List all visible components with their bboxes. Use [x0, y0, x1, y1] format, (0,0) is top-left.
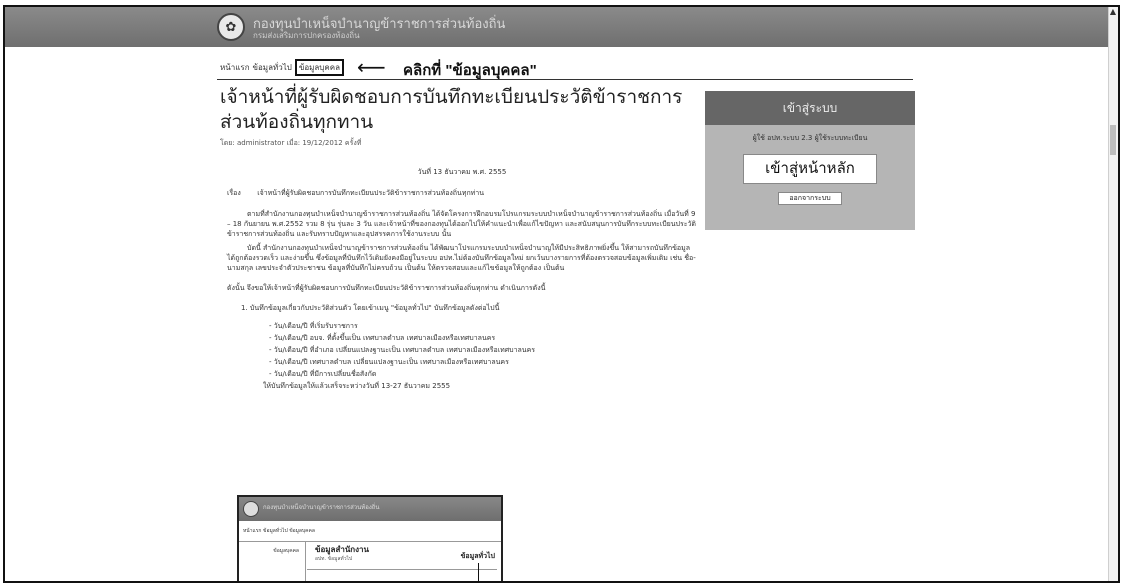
emblem-logo-icon[interactable]: ✿	[217, 13, 245, 41]
breadcrumb-personal-info[interactable]: ข้อมูลบุคคล	[294, 59, 344, 76]
site-header: ✿ กองทุนบำเหน็จบำนาญข้าราชการส่วนท้องถิ่…	[5, 7, 1118, 47]
mini-subheading: อปท. ข้อมูลทั่วไป	[315, 556, 353, 562]
breadcrumb-general-info[interactable]: ข้อมูลทั่วไป	[253, 61, 292, 74]
list-item: - วัน/เดือน/ปี อบจ. ที่ตั้งขึ้นเป็น เทศบ…	[269, 334, 496, 342]
deadline-note: ให้บันทึกข้อมูลให้แล้วเสร็จระหว่างวันที่…	[263, 382, 451, 390]
page-title: เจ้าหน้าที่ผู้รับผิดชอบการบันทึกทะเบียนป…	[220, 87, 683, 133]
mini-divider	[307, 569, 497, 570]
mini-site-title: กองทุนบำเหน็จบำนาญข้าราชการส่วนท้องถิ่น	[263, 504, 380, 511]
go-to-main-button[interactable]: เข้าสู่หน้าหลัก	[743, 154, 877, 184]
login-panel: เข้าสู่ระบบ ผู้ใช้ อปท.ระบบ 2.3 ผู้ใช้ระ…	[705, 91, 915, 230]
subject-label: เรื่อง	[227, 189, 241, 197]
login-heading: เข้าสู่ระบบ	[705, 91, 915, 125]
notice-text: ดังนั้น จึงขอให้เจ้าหน้าที่ผู้รับผิดชอบก…	[227, 284, 546, 292]
announcement-body: วันที่ 13 ธันวาคม พ.ศ. 2555 เรื่อง เจ้าห…	[227, 167, 697, 391]
list-item: - วัน/เดือน/ปี ที่เริ่มรับราชการ	[269, 322, 358, 330]
embedded-screenshot: กองทุนบำเหน็จบำนาญข้าราชการส่วนท้องถิ่น …	[237, 495, 503, 581]
logout-button[interactable]: ออกจากระบบ	[778, 192, 842, 205]
mini-action-label: ข้อมูลทั่วไป	[460, 552, 495, 560]
step-1-bullets: - วัน/เดือน/ปี ที่เริ่มรับราชการ - วัน/เ…	[269, 321, 697, 379]
mini-pointer-line	[478, 563, 479, 581]
step-1: 1. บันทึกข้อมูลเกี่ยวกับประวัติส่วนตัว โ…	[241, 304, 500, 312]
vertical-scrollbar[interactable]: ▲	[1108, 7, 1118, 581]
left-arrow-icon: ⟵	[357, 55, 386, 79]
breadcrumb: หน้าแรก ข้อมูลทั่วไป ข้อมูลบุคคล	[220, 59, 344, 76]
subject-text: เจ้าหน้าที่ผู้รับผิดชอบการบันทึกทะเบียนป…	[257, 189, 485, 197]
login-user-info: ผู้ใช้ อปท.ระบบ 2.3 ผู้ใช้ระบบทะเบียน	[752, 134, 868, 142]
list-item: - วัน/เดือน/ปี เทศบาลตำบล เปลี่ยนแปลงฐาน…	[269, 358, 509, 366]
mini-header: กองทุนบำเหน็จบำนาญข้าราชการส่วนท้องถิ่น	[239, 497, 501, 521]
site-subtitle: กรมส่งเสริมการปกครองท้องถิ่น	[253, 31, 360, 40]
mini-sidebar-item: ข้อมูลบุคคล	[273, 548, 299, 554]
mini-breadcrumb: หน้าแรก ข้อมูลทั่วไป ข้อมูลบุคคล	[239, 521, 501, 542]
list-item: - วัน/เดือน/ปี ที่อำเภอ เปลี่ยนแปลงฐานะเ…	[269, 346, 536, 354]
browser-frame: ✿ กองทุนบำเหน็จบำนาญข้าราชการส่วนท้องถิ่…	[3, 5, 1120, 583]
list-item: - วัน/เดือน/ปี ที่มีการเปลี่ยนชื่อสังกัด	[269, 370, 377, 378]
paragraph-2: บัดนี้ สำนักงานกองทุนบำเหน็จบำนาญข้าราชก…	[227, 244, 696, 272]
announcement-date: วันที่ 13 ธันวาคม พ.ศ. 2555	[417, 168, 507, 176]
post-meta: โดย: administrator เมื่อ: 19/12/2012 ครั…	[220, 139, 362, 147]
scroll-up-icon[interactable]: ▲	[1108, 7, 1118, 19]
announcement-subject: เรื่อง เจ้าหน้าที่ผู้รับผิดชอบการบันทึกท…	[227, 188, 697, 198]
title-divider	[217, 79, 913, 80]
breadcrumb-home[interactable]: หน้าแรก	[220, 61, 250, 74]
paragraph-1: ตามที่สำนักงานกองทุนบำเหน็จบำนาญข้าราชกา…	[227, 210, 696, 238]
mini-divider-vertical	[305, 541, 306, 581]
mini-emblem-icon	[243, 501, 259, 517]
scroll-thumb[interactable]	[1110, 125, 1116, 155]
